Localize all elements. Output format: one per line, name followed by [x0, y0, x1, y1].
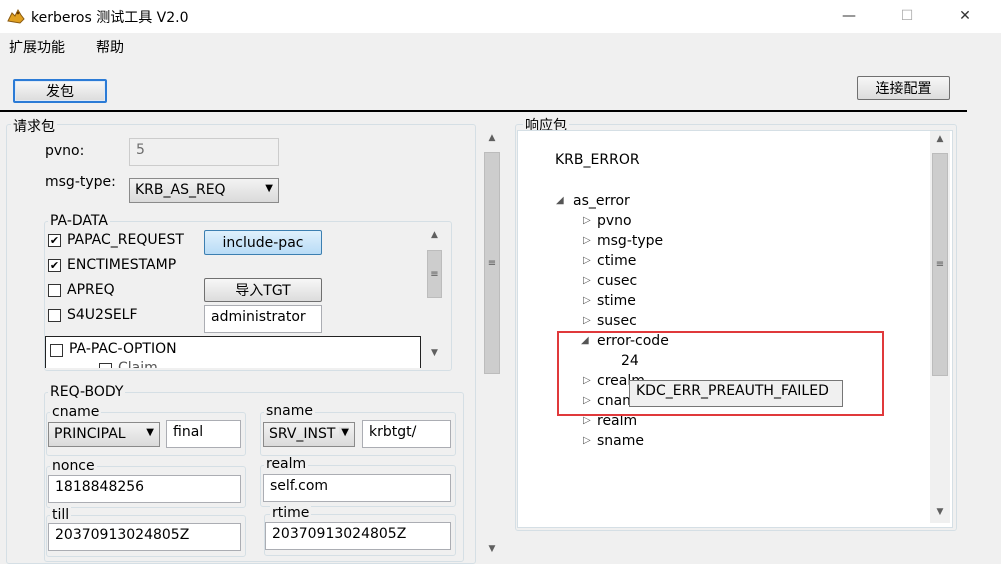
reqbody-group-title: REQ-BODY — [48, 384, 126, 400]
msgtype-select[interactable]: KRB_AS_REQ ▼ — [129, 178, 279, 203]
msgtype-label: msg-type: — [45, 174, 116, 190]
tree-item-sname[interactable]: sname — [597, 433, 644, 449]
tree-item-susec[interactable]: susec — [597, 313, 637, 329]
nonce-label: nonce — [50, 458, 97, 474]
rtime-field[interactable]: 20370913024805Z — [265, 522, 451, 550]
minimize-button[interactable]: — — [826, 0, 872, 31]
app-icon — [6, 7, 26, 25]
scroll-down-icon[interactable]: ▼ — [425, 348, 444, 358]
collapsed-arrow-icon[interactable]: ▷ — [583, 255, 591, 266]
nonce-field[interactable]: 1818848256 — [48, 475, 241, 503]
scroll-thumb[interactable]: ≡ — [484, 152, 500, 374]
scroll-up-icon[interactable]: ▲ — [482, 133, 502, 143]
tree-node-as-error[interactable]: as_error — [573, 193, 630, 209]
maximize-button[interactable]: ☐ — [884, 0, 930, 31]
scroll-thumb[interactable]: ≡ — [427, 250, 442, 298]
claim-checkbox[interactable] — [99, 363, 112, 368]
menu-bar — [0, 33, 967, 58]
padata-group-title: PA-DATA — [48, 213, 110, 229]
request-scrollbar[interactable]: ▲ ≡ ▼ — [482, 130, 502, 556]
chevron-down-icon: ▼ — [265, 183, 273, 194]
apreq-label: APREQ — [67, 282, 115, 298]
s4u-user-field[interactable]: administrator — [204, 305, 322, 333]
expanded-arrow-icon[interactable]: ◢ — [556, 195, 564, 206]
sname-type-select[interactable]: SRV_INST ▼ — [263, 422, 355, 447]
padata-scrollbar[interactable]: ▲ ≡ ▼ — [425, 228, 444, 362]
s4u2self-checkbox[interactable] — [48, 309, 61, 322]
scroll-down-icon[interactable]: ▼ — [930, 507, 950, 517]
tree-item-ctime[interactable]: ctime — [597, 253, 636, 269]
tree-item-cusec[interactable]: cusec — [597, 273, 637, 289]
sname-type-value: SRV_INST — [269, 426, 336, 442]
papac-request-label: PAPAC_REQUEST — [67, 232, 184, 248]
tree-item-msg-type[interactable]: msg-type — [597, 233, 663, 249]
pac-option-label: PA-PAC-OPTION — [69, 341, 177, 357]
pac-option-box: PA-PAC-OPTION Claim — [45, 336, 421, 368]
collapsed-arrow-icon[interactable]: ▷ — [583, 315, 591, 326]
collapsed-arrow-icon[interactable]: ▷ — [583, 415, 591, 426]
sname-field[interactable]: krbtgt/ — [362, 420, 451, 448]
collapsed-arrow-icon[interactable]: ▷ — [583, 435, 591, 446]
response-tree[interactable] — [517, 130, 953, 528]
till-field[interactable]: 20370913024805Z — [48, 523, 241, 551]
enctimestamp-checkbox[interactable]: ✔ — [48, 259, 61, 272]
cname-label: cname — [50, 404, 102, 420]
collapsed-arrow-icon[interactable]: ▷ — [583, 235, 591, 246]
papac-request-checkbox[interactable]: ✔ — [48, 234, 61, 247]
pvno-label: pvno: — [45, 143, 85, 159]
error-tooltip: KDC_ERR_PREAUTH_FAILED — [629, 380, 843, 407]
s4u2self-label: S4U2SELF — [67, 307, 138, 323]
connect-config-button[interactable]: 连接配置 — [857, 76, 950, 100]
cname-field[interactable]: final — [166, 420, 241, 448]
cname-type-select[interactable]: PRINCIPAL ▼ — [48, 422, 160, 447]
window-title: kerberos 测试工具 V2.0 — [31, 10, 189, 26]
cname-type-value: PRINCIPAL — [54, 426, 126, 442]
tree-item-stime[interactable]: stime — [597, 293, 636, 309]
toolbar-divider — [0, 110, 967, 112]
import-tgt-button[interactable]: 导入TGT — [204, 278, 322, 302]
claim-label: Claim — [118, 360, 158, 368]
include-pac-button[interactable]: include-pac — [204, 230, 322, 255]
chevron-down-icon: ▼ — [339, 427, 349, 438]
scroll-down-icon[interactable]: ▼ — [482, 544, 502, 554]
menu-extensions[interactable]: 扩展功能 — [9, 37, 65, 57]
collapsed-arrow-icon[interactable]: ▷ — [583, 215, 591, 226]
apreq-checkbox[interactable] — [48, 284, 61, 297]
tree-item-pvno[interactable]: pvno — [597, 213, 632, 229]
collapsed-arrow-icon[interactable]: ▷ — [583, 295, 591, 306]
chevron-down-icon: ▼ — [146, 427, 154, 438]
enctimestamp-label: ENCTIMESTAMP — [67, 257, 177, 273]
realm-label: realm — [264, 456, 309, 472]
sname-label: sname — [264, 403, 315, 419]
response-scrollbar[interactable]: ▲ ≡ ▼ — [930, 131, 950, 523]
scroll-thumb[interactable]: ≡ — [932, 153, 948, 376]
pvno-field[interactable]: 5 — [129, 138, 279, 166]
collapsed-arrow-icon[interactable]: ▷ — [583, 275, 591, 286]
scroll-up-icon[interactable]: ▲ — [425, 230, 444, 240]
request-group-title: 请求包 — [11, 116, 57, 136]
menu-help[interactable]: 帮助 — [96, 37, 124, 57]
pac-option-checkbox[interactable] — [50, 344, 63, 357]
tree-root[interactable]: KRB_ERROR — [555, 152, 640, 168]
realm-field[interactable]: self.com — [263, 474, 451, 502]
rtime-label: rtime — [270, 505, 312, 521]
msgtype-value: KRB_AS_REQ — [135, 182, 226, 198]
close-button[interactable]: ✕ — [942, 0, 988, 31]
window-scrollbar[interactable] — [967, 33, 1001, 556]
send-button[interactable]: 发包 — [13, 79, 107, 103]
scroll-up-icon[interactable]: ▲ — [930, 134, 950, 144]
till-label: till — [50, 507, 72, 523]
